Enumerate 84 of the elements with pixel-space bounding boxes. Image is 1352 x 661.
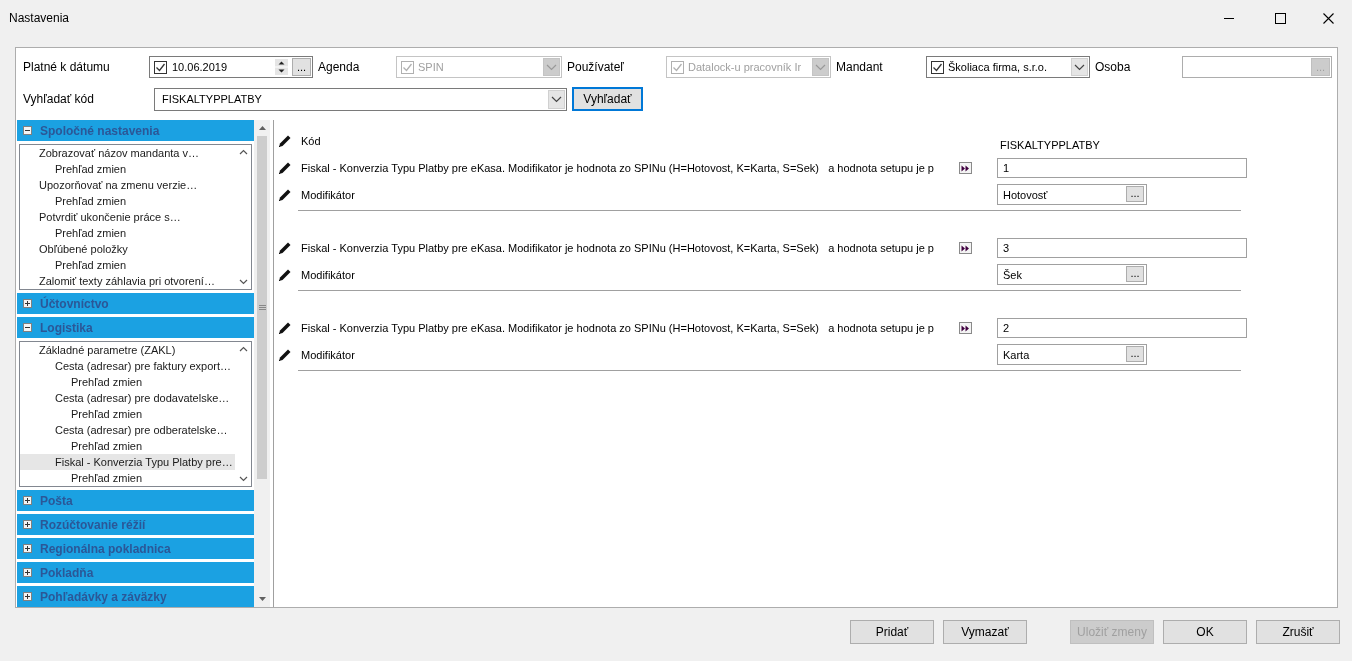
close-icon[interactable] [1323, 12, 1334, 24]
grip-icon[interactable] [258, 304, 266, 311]
collapse-icon[interactable] [23, 323, 32, 332]
chevron-down-icon[interactable] [551, 95, 562, 103]
field-label: Mandant [835, 60, 884, 74]
tree-item[interactable]: Cesta (adresar) pre dodavatelske… [20, 390, 235, 406]
section-title: Pohľadávky a záväzky [40, 589, 167, 604]
tree-item[interactable]: Cesta (adresar) pre odberatelske… [20, 422, 235, 438]
expand-icon[interactable] [23, 544, 32, 553]
search-button[interactable]: Vyhľadať [572, 87, 643, 111]
value-field[interactable]: 1 [997, 158, 1247, 178]
field-label: Osoba [1094, 60, 1132, 74]
chevron-down-icon[interactable] [238, 279, 248, 285]
tree-item[interactable]: Cesta (adresar) pre faktury export… [20, 358, 235, 374]
input-field[interactable] [1182, 56, 1332, 78]
value-field[interactable]: 3 [997, 238, 1247, 258]
field-label: Používateľ [566, 60, 625, 74]
pencil-icon[interactable] [278, 321, 292, 335]
chevron-up-icon[interactable] [238, 346, 248, 352]
tree-item[interactable]: Fiskal - Konverzia Typu Platby pre… [20, 454, 235, 470]
chevron-down-icon[interactable] [238, 476, 248, 482]
section-title: Účtovníctvo [40, 296, 109, 311]
maximize-icon[interactable] [1275, 12, 1286, 24]
dialog-button[interactable]: OK [1163, 620, 1247, 644]
field-label: Modifikátor [301, 188, 356, 201]
dropdown-button[interactable] [1071, 58, 1088, 76]
field-label: Kód [301, 134, 322, 147]
setting-description: Fiskal - Konverzia Typu Platby pre eKasa. Modifikator je hodnota zo SPINu (H=Hotovost, K=Karta, S=Sek) a hodnota setupu je p [301, 162, 935, 174]
value-field[interactable]: 2 [997, 318, 1247, 338]
browse-button[interactable]: ... [292, 58, 311, 76]
vertical-scrollbar[interactable] [254, 120, 270, 607]
section-title: Rozúčtovanie réžií [40, 517, 146, 532]
tree-item[interactable]: Obľúbené položky [20, 241, 235, 257]
tree-item[interactable]: Potvrdiť ukončenie práce s… [20, 209, 235, 225]
browse-button[interactable]: ... [1126, 266, 1144, 282]
pencil-icon[interactable] [278, 241, 292, 255]
tree-item[interactable]: Základné parametre (ZAKL) [20, 342, 235, 358]
pencil-icon[interactable] [278, 267, 292, 282]
expand-icon[interactable] [23, 568, 32, 577]
pencil-icon[interactable] [278, 161, 292, 175]
tree-item[interactable]: Zobrazovať názov mandanta v… [20, 145, 235, 161]
setting-description: Fiskal - Konverzia Typu Platby pre eKasa. Modifikator je hodnota zo SPINu (H=Hotovost, K=Karta, S=Sek) a hodnota setupu je p [301, 242, 935, 254]
pencil-icon[interactable] [278, 133, 292, 148]
chevron-down-icon[interactable] [1074, 63, 1085, 71]
dialog-button[interactable]: Pridať [850, 620, 934, 644]
browse-button[interactable]: ... [1126, 346, 1144, 362]
tree-item[interactable]: Prehľad zmien [20, 161, 235, 177]
tree-item[interactable]: Prehľad zmien [20, 257, 235, 273]
expand-icon[interactable] [23, 520, 32, 529]
collapse-icon[interactable] [23, 126, 32, 135]
spinner-icon[interactable] [275, 59, 288, 75]
section-title: Regionálna pokladnica [40, 541, 171, 556]
checkbox[interactable] [931, 60, 944, 74]
chevron-up-icon[interactable] [238, 149, 248, 155]
field-label: Modifikátor [301, 348, 356, 361]
tree-item[interactable]: Prehľad zmien [20, 438, 235, 454]
tree-item[interactable]: Zalomiť texty záhlavia pri otvorení… [20, 273, 235, 289]
field-label: Agenda [317, 60, 361, 74]
pencil-icon[interactable] [278, 187, 292, 202]
expand-icon[interactable] [23, 592, 32, 601]
code-value: FISKALTYPPLATBY [999, 138, 1101, 151]
window-title: Nastavenia [9, 11, 71, 25]
tree-item[interactable]: Prehľad zmien [20, 374, 235, 390]
tree-item[interactable]: Prehľad zmien [20, 406, 235, 422]
field-label: Platné k dátumu [23, 60, 111, 74]
tree-item[interactable]: Prehľad zmien [20, 225, 235, 241]
pencil-icon[interactable] [278, 347, 292, 362]
field-label: Vyhľadať kód [23, 92, 95, 106]
dialog-button[interactable]: Vymazať [943, 620, 1027, 644]
section-title: Pošta [40, 493, 73, 508]
section-title: Pokladňa [40, 565, 94, 580]
dialog-button[interactable]: Zrušiť [1256, 620, 1340, 644]
section-title: Spoločné nastavenia [40, 123, 160, 138]
checkbox[interactable] [154, 60, 167, 74]
tree-item[interactable]: Upozorňovať na zmenu verzie… [20, 177, 235, 193]
section-title: Logistika [40, 320, 93, 335]
expand-icon[interactable] [23, 496, 32, 505]
expand-icon[interactable] [23, 299, 32, 308]
search-field[interactable]: FISKALTYPPLATBY [154, 87, 567, 111]
field-label: Modifikátor [301, 268, 356, 281]
browse-button[interactable]: ... [1126, 186, 1144, 202]
tree-item[interactable]: Prehľad zmien [20, 470, 235, 486]
tree-item[interactable]: Prehľad zmien [20, 193, 235, 209]
setting-description: Fiskal - Konverzia Typu Platby pre eKasa. Modifikator je hodnota zo SPINu (H=Hotovost, K=Karta, S=Sek) a hodnota setupu je p [301, 322, 935, 334]
